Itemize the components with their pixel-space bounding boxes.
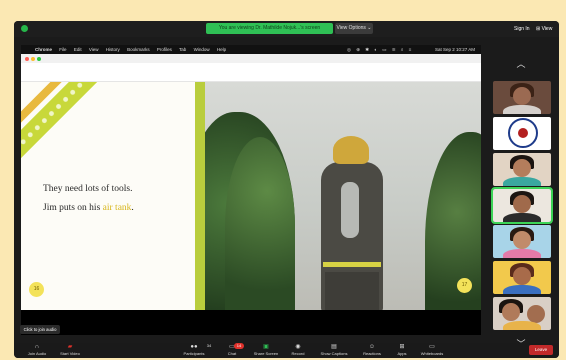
maximize-window-icon: [37, 57, 41, 61]
participant-tile[interactable]: [493, 297, 551, 330]
menu-help: Help: [216, 47, 227, 52]
participant-shoulders: [503, 321, 541, 330]
video-off-icon: ▰: [67, 344, 73, 350]
participant-tile[interactable]: [493, 81, 551, 114]
participant-gallery: ︿: [491, 59, 553, 357]
wifi-icon: ≋: [391, 47, 396, 52]
record-icon: ◉: [295, 344, 301, 350]
join-audio-tooltip[interactable]: Click to join audio: [20, 325, 60, 334]
browser-toolbar-area: [21, 63, 481, 82]
status-icon: ⊕: [356, 47, 360, 52]
menu-clock: Sat Sep 2 10:27 AM: [435, 47, 476, 52]
firefighter-helmet: [333, 136, 369, 164]
seal-icon: [508, 118, 538, 148]
captions-icon: ▤: [331, 344, 337, 350]
air-tank: [341, 182, 359, 238]
chat-unread-badge: 14: [234, 343, 244, 349]
story-text: Jim puts on his: [43, 203, 103, 213]
status-icon: ✱: [365, 47, 370, 52]
show-captions-label: Show Captions: [320, 351, 348, 356]
whiteboards-label: Whiteboards: [420, 351, 444, 356]
status-icon: ◎: [347, 47, 351, 52]
whiteboard-icon: ▭: [429, 344, 435, 350]
screen-share-banner: You are viewing Dr. Mathilde Nojuk...'s …: [206, 23, 333, 34]
left-page: They need lots of tools. Jim puts on his…: [21, 82, 195, 310]
control-center-icon: ≡: [408, 47, 412, 52]
browser-title-bar: [21, 54, 481, 63]
participants-label: Participants: [183, 351, 205, 356]
page-number-right: 17: [457, 278, 472, 293]
story-text-line-1: They need lots of tools.: [43, 184, 133, 194]
gallery-up-icon[interactable]: ︿: [513, 59, 529, 69]
security-shield-icon[interactable]: [21, 25, 28, 32]
whiteboards-button[interactable]: ▭ Whiteboards: [412, 343, 452, 358]
firefighter-legs: [325, 272, 379, 310]
reflective-stripe: [323, 262, 381, 267]
participant-shoulders: [503, 213, 541, 222]
close-window-icon: [25, 57, 29, 61]
menu-chrome: Chrome: [35, 47, 53, 52]
story-text: .: [131, 203, 134, 213]
participant-face: [513, 267, 531, 285]
shared-screen: Chrome File Edit View History Bookmarks …: [21, 45, 481, 335]
zoom-window: You are viewing Dr. Mathilde Nojuk...'s …: [14, 21, 559, 358]
participant-tile[interactable]: [493, 117, 551, 150]
menu-status-icons: ◎ ⊕ ✱ ◐ ▭ ≋ ⌕ ≡: [347, 45, 415, 54]
participant-shoulders: [503, 249, 541, 258]
menu-history: History: [105, 47, 120, 52]
menu-bookmarks: Bookmarks: [127, 47, 150, 52]
start-video-button[interactable]: ▰ Start Video: [50, 343, 90, 358]
participant-tile[interactable]: [493, 153, 551, 186]
firefighter-photo: 17: [205, 82, 481, 310]
hedge-left-inner: [225, 137, 295, 310]
corner-decoration: [21, 82, 105, 160]
seal-center: [518, 128, 528, 138]
menu-profiles: Profiles: [156, 47, 172, 52]
record-button[interactable]: ◉ Record: [278, 343, 318, 358]
menu-tab: Tab: [179, 47, 187, 52]
hedge-right: [425, 132, 481, 310]
participant-face: [527, 305, 545, 323]
view-options-button[interactable]: View Options ⌄: [335, 23, 373, 34]
participant-tile-active-speaker[interactable]: [491, 187, 553, 224]
view-button[interactable]: ⊞ View: [536, 24, 552, 34]
record-label: Record: [291, 351, 305, 356]
search-icon: ⌕: [400, 47, 404, 52]
ebook-spread: They need lots of tools. Jim puts on his…: [21, 82, 481, 310]
zoom-top-bar: You are viewing Dr. Mathilde Nojuk...'s …: [14, 21, 559, 37]
participant-face: [513, 159, 531, 177]
page-number-left: 16: [29, 282, 44, 297]
participant-shoulders: [503, 285, 541, 294]
participant-face: [513, 87, 531, 105]
participant-tile[interactable]: [493, 225, 551, 258]
menu-file: File: [59, 47, 67, 52]
menu-view: View: [88, 47, 99, 52]
highlighted-word: air tank: [102, 203, 132, 213]
minimize-window-icon: [31, 57, 35, 61]
participant-shoulders: [503, 105, 541, 114]
leave-button[interactable]: Leave: [529, 345, 553, 355]
participant-shoulders: [503, 177, 541, 186]
mac-menu-bar: Chrome File Edit View History Bookmarks …: [21, 45, 481, 54]
participant-face: [513, 195, 531, 213]
menu-window: Window: [193, 47, 210, 52]
status-icon: ▭: [382, 47, 387, 52]
start-video-label: Start Video: [60, 351, 80, 356]
participant-face: [513, 231, 531, 249]
show-captions-button[interactable]: ▤ Show Captions: [314, 343, 354, 358]
participant-tile[interactable]: [493, 261, 551, 294]
story-text-line-2: Jim puts on his air tank.: [43, 203, 134, 213]
menu-edit: Edit: [73, 47, 82, 52]
page-divider-strip: [195, 82, 205, 310]
sign-in-link[interactable]: Sign In: [514, 24, 530, 34]
status-icon: ◐: [374, 47, 378, 52]
participant-face: [502, 303, 520, 321]
